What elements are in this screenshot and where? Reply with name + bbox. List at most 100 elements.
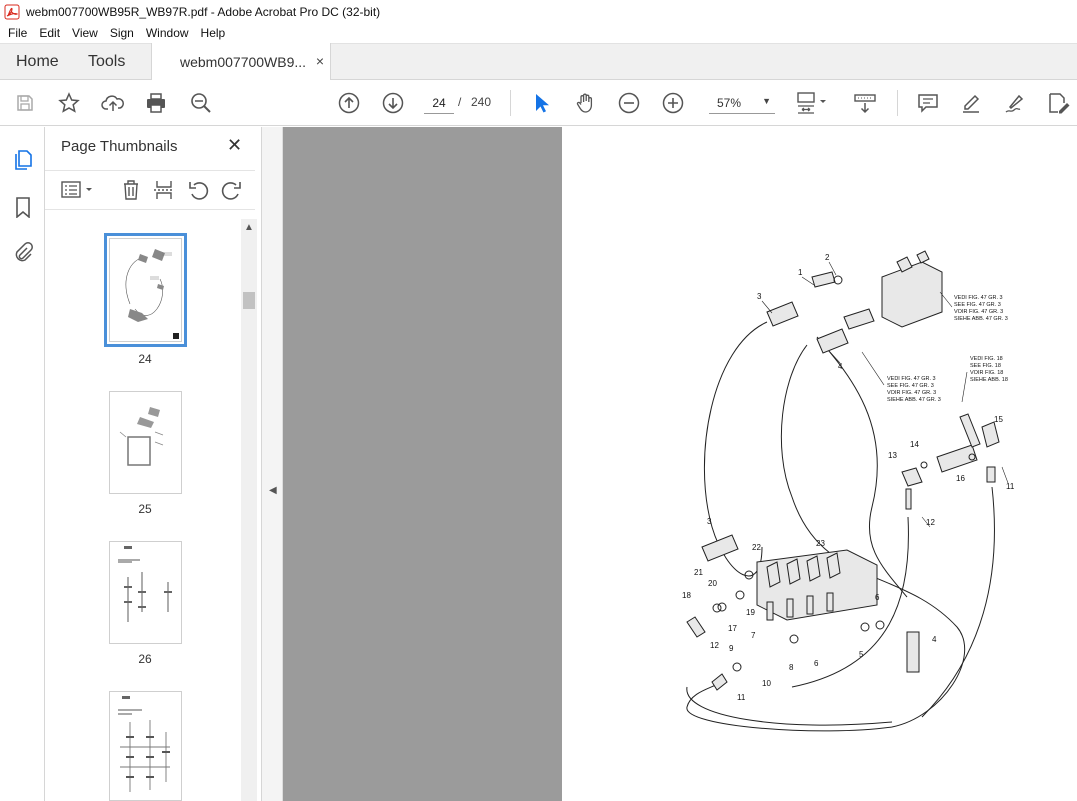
page-thumbnails-icon xyxy=(15,150,32,170)
current-page-input[interactable]: 24 xyxy=(424,92,454,114)
tab-bar: Home Tools webm007700WB9... × xyxy=(0,43,1077,81)
comment-button[interactable] xyxy=(915,90,941,116)
callout-label: 7 xyxy=(751,631,756,640)
trash-icon xyxy=(124,180,138,200)
highlight-button[interactable] xyxy=(958,90,984,116)
page-thumbnail-image xyxy=(118,696,170,792)
fit-page-button[interactable] xyxy=(794,90,830,116)
zoom-in-icon xyxy=(662,92,684,114)
close-panel-icon[interactable]: ✕ xyxy=(227,135,242,156)
callout-label: 4 xyxy=(932,635,937,644)
menu-help[interactable]: Help xyxy=(197,26,230,40)
document-page[interactable]: 1 2 3 4 3 4 5 6 6 7 8 9 10 11 11 12 12 1… xyxy=(562,127,1077,801)
thumbnail-label: 25 xyxy=(138,502,152,516)
scrollbar-thumb[interactable] xyxy=(243,292,255,309)
callout-label: 3 xyxy=(707,517,712,526)
total-pages: 240 xyxy=(471,95,492,109)
thumbnail-list: 24 25 26 xyxy=(45,217,245,801)
comment-icon xyxy=(918,94,938,113)
callout-label: 11 xyxy=(737,693,746,702)
scroll-mode-button[interactable] xyxy=(852,90,878,116)
sign-icon xyxy=(1005,94,1024,113)
split-page-icon xyxy=(154,181,174,199)
share-upload-button[interactable] xyxy=(100,90,126,116)
bookmarks-button[interactable] xyxy=(10,194,36,220)
next-page-button[interactable] xyxy=(380,90,406,116)
select-tool-button[interactable] xyxy=(528,90,554,116)
collapse-panel-icon[interactable]: ◀ xyxy=(269,485,277,496)
zoom-in-button[interactable] xyxy=(660,90,686,116)
highlight-icon xyxy=(963,94,980,113)
callout-label: 2 xyxy=(825,253,830,262)
bookmark-star-button[interactable] xyxy=(56,90,82,116)
callout-label: 17 xyxy=(728,624,737,633)
hand-tool-button[interactable] xyxy=(572,90,598,116)
sign-button[interactable] xyxy=(1002,90,1028,116)
menu-bar: File Edit View Sign Window Help xyxy=(0,23,1077,43)
thumbnail-scrollbar[interactable]: ▲ xyxy=(241,219,257,801)
save-button[interactable] xyxy=(12,90,38,116)
star-icon xyxy=(58,92,80,113)
select-cursor-icon xyxy=(536,94,549,113)
reference-note: SIEHE ABB. 47 GR. 3 xyxy=(954,316,1008,322)
split-page-button[interactable] xyxy=(152,178,176,202)
reference-note: VOIR FIG. 47 GR. 3 xyxy=(887,390,936,396)
zoom-out-button[interactable] xyxy=(616,90,642,116)
callout-label: 18 xyxy=(682,591,691,600)
window-title: webm007700WB95R_WB97R.pdf - Adobe Acroba… xyxy=(26,4,381,19)
document-canvas-background xyxy=(283,127,562,801)
menu-view[interactable]: View xyxy=(68,26,102,40)
tab-document[interactable]: webm007700WB9... × xyxy=(151,43,331,81)
print-icon xyxy=(147,93,165,113)
zoom-value: 57% xyxy=(717,96,742,110)
callout-label: 13 xyxy=(888,451,897,460)
close-tab-icon[interactable]: × xyxy=(316,53,324,69)
edit-pdf-button[interactable] xyxy=(1046,90,1072,116)
scroll-up-icon[interactable]: ▲ xyxy=(244,222,254,233)
print-button[interactable] xyxy=(143,90,169,116)
tab-home[interactable]: Home xyxy=(16,44,59,80)
menu-file[interactable]: File xyxy=(4,26,31,40)
rotate-left-button[interactable] xyxy=(186,178,210,202)
scroll-mode-icon xyxy=(854,94,876,114)
callout-label: 8 xyxy=(789,663,794,672)
hand-icon xyxy=(576,93,593,113)
callout-label: 11 xyxy=(1006,482,1015,491)
thumbnail-page-27[interactable] xyxy=(109,691,182,801)
page-thumbnails-button[interactable] xyxy=(10,147,36,173)
callout-label: 14 xyxy=(910,440,919,449)
page-down-icon xyxy=(382,92,404,114)
thumbnail-page-25[interactable] xyxy=(109,391,182,494)
menu-window[interactable]: Window xyxy=(142,26,193,40)
reference-note: SIEHE ABB. 47 GR. 3 xyxy=(887,397,941,403)
previous-page-button[interactable] xyxy=(336,90,362,116)
menu-edit[interactable]: Edit xyxy=(35,26,64,40)
zoom-level-select[interactable]: 57% ▼ xyxy=(709,92,775,114)
callout-label: 5 xyxy=(859,650,864,659)
reference-note: VEDI FIG. 18 xyxy=(970,356,1003,362)
thumbnail-page-26[interactable] xyxy=(109,541,182,644)
navigation-pane-rail xyxy=(0,127,45,801)
toolbar-divider xyxy=(897,90,898,116)
panel-title: Page Thumbnails xyxy=(61,138,178,155)
reference-note: SIEHE ABB. 18 xyxy=(970,377,1008,383)
callout-label: 21 xyxy=(694,568,703,577)
callout-label: 12 xyxy=(926,518,935,527)
panel-splitter[interactable]: ◀ xyxy=(262,127,283,801)
rotate-right-button[interactable] xyxy=(220,178,244,202)
callout-label: 9 xyxy=(729,644,734,653)
reference-note: VEDI FIG. 47 GR. 3 xyxy=(954,295,1003,301)
thumbnail-options-button[interactable] xyxy=(59,178,95,202)
reference-note: SEE FIG. 47 GR. 3 xyxy=(887,383,934,389)
thumbnail-page-24[interactable] xyxy=(104,233,187,347)
menu-sign[interactable]: Sign xyxy=(106,26,138,40)
callout-label: 20 xyxy=(708,579,717,588)
callout-label: 3 xyxy=(757,292,762,301)
delete-pages-button[interactable] xyxy=(119,178,143,202)
chevron-down-icon: ▼ xyxy=(762,96,771,106)
find-zoom-button[interactable] xyxy=(188,90,214,116)
attachments-button[interactable] xyxy=(10,239,36,265)
tab-tools[interactable]: Tools xyxy=(88,44,125,80)
callout-label: 6 xyxy=(814,659,819,668)
reference-note: VOIR FIG. 18 xyxy=(970,370,1003,376)
